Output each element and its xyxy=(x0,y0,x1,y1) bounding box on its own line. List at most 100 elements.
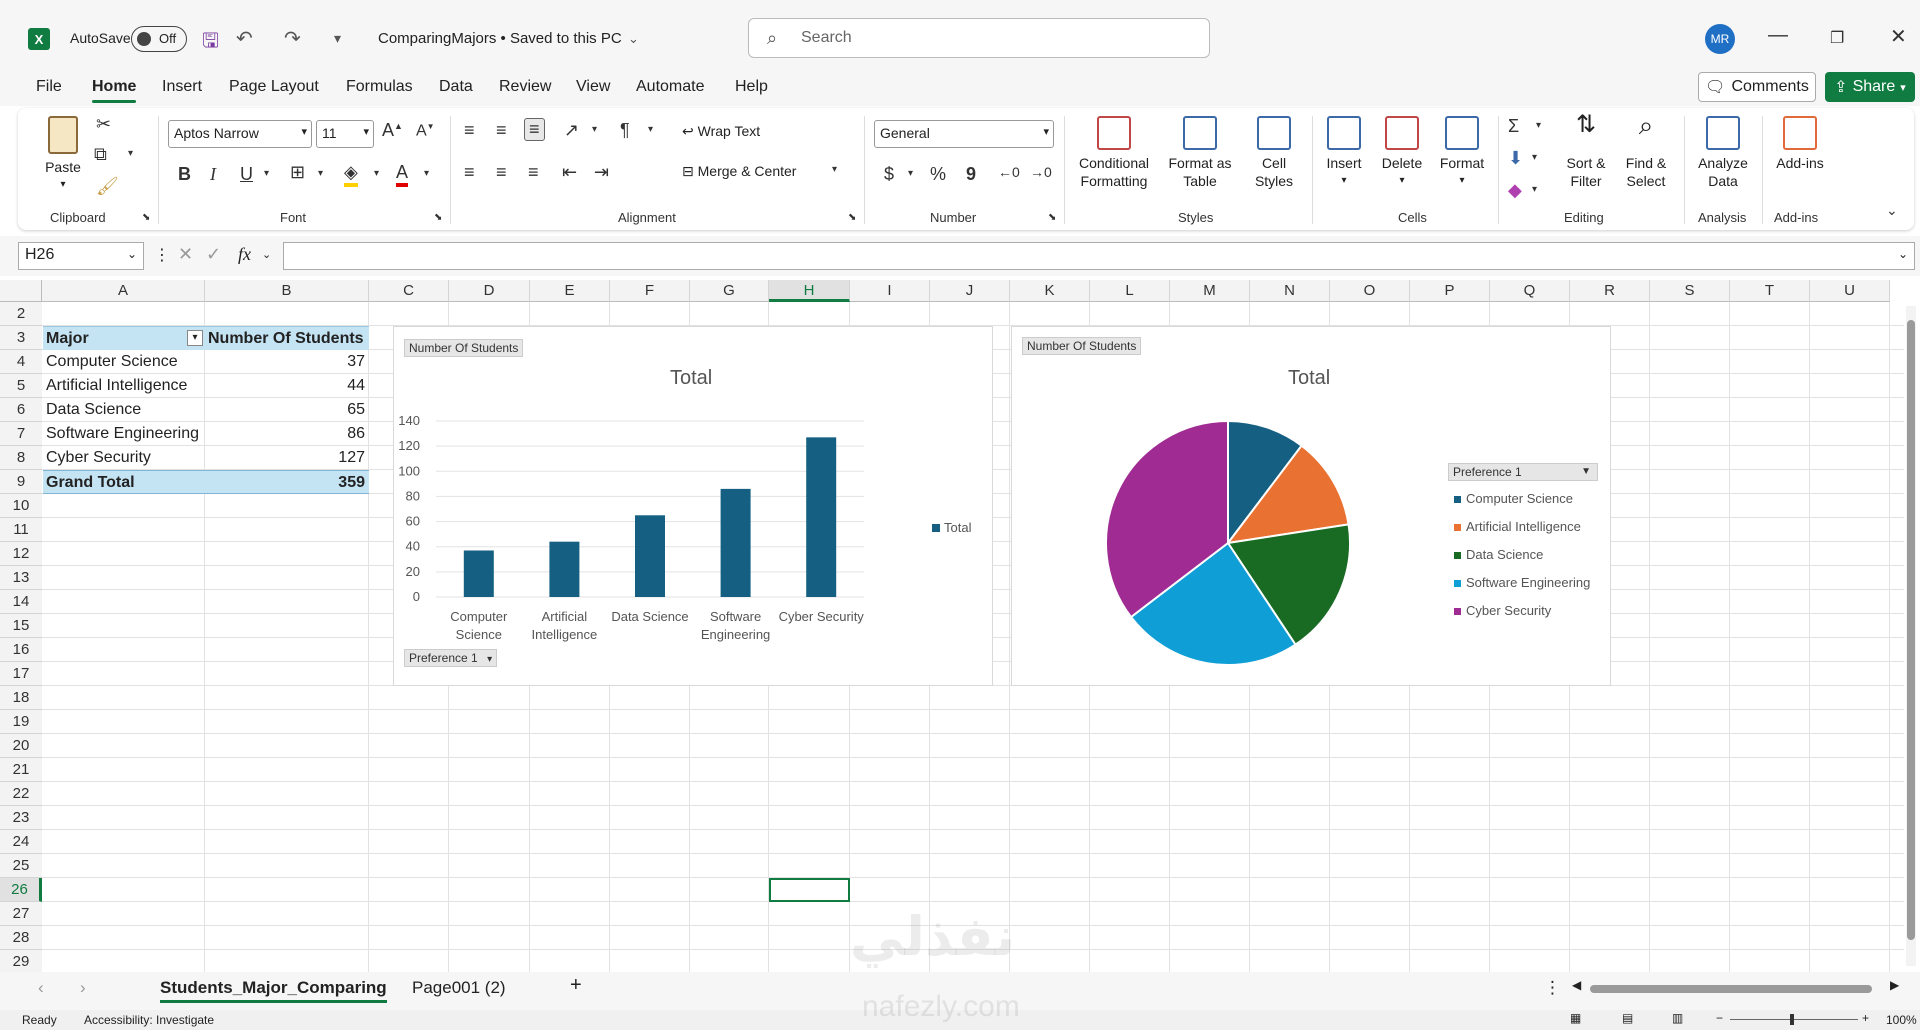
bar-chart[interactable]: Number Of Students Total 0 20 40 60 80 100 120… xyxy=(393,326,993,686)
chevron-down-icon[interactable]: ▾ xyxy=(264,168,269,179)
column-header-r[interactable]: R xyxy=(1570,280,1650,302)
align-right-icon[interactable]: ≡ xyxy=(528,162,539,183)
row-header-25[interactable]: 25 xyxy=(0,854,42,878)
row-header-14[interactable]: 14 xyxy=(0,590,42,614)
underline-button[interactable]: U xyxy=(240,164,253,185)
column-header-e[interactable]: E xyxy=(530,280,610,302)
align-bottom-icon[interactable]: ≡ xyxy=(524,118,545,141)
pivot-header-count[interactable]: Number Of Students xyxy=(205,326,369,350)
cut-icon[interactable]: ✂ xyxy=(96,114,111,135)
excel-logo-icon[interactable]: X xyxy=(28,28,50,50)
pie-legend-item[interactable]: Artificial Intelligence xyxy=(1454,519,1581,534)
row-header-11[interactable]: 11 xyxy=(0,518,42,542)
column-header-f[interactable]: F xyxy=(610,280,690,302)
tab-file[interactable]: File xyxy=(36,78,62,96)
font-color-icon[interactable]: A xyxy=(396,162,409,187)
tab-data[interactable]: Data xyxy=(439,78,473,96)
find-select-button[interactable]: ⌕ Find & Select xyxy=(1618,112,1674,190)
row-header-18[interactable]: 18 xyxy=(0,686,42,710)
row-header-23[interactable]: 23 xyxy=(0,806,42,830)
zoom-out-icon[interactable]: − xyxy=(1716,1011,1723,1025)
comma-button[interactable]: 9 xyxy=(966,164,976,185)
tab-help[interactable]: Help xyxy=(735,78,768,96)
filter-dropdown-icon[interactable]: ▾ xyxy=(187,330,203,346)
pivot-count-cell[interactable]: 86 xyxy=(205,422,369,446)
decrease-font-icon[interactable]: A▼ xyxy=(416,122,435,140)
tab-review[interactable]: Review xyxy=(499,78,551,96)
vertical-scroll-thumb[interactable] xyxy=(1907,320,1915,940)
comments-button[interactable]: 🗨 Comments xyxy=(1698,72,1816,102)
column-header-q[interactable]: Q xyxy=(1490,280,1570,302)
zoom-slider[interactable] xyxy=(1730,1014,1858,1025)
tab-insert[interactable]: Insert xyxy=(162,78,202,96)
row-header-12[interactable]: 12 xyxy=(0,542,42,566)
bar-2[interactable] xyxy=(635,515,665,597)
decrease-indent-icon[interactable]: ⇤ xyxy=(562,162,577,183)
font-size-combo[interactable]: 11 ▾ xyxy=(316,120,374,148)
currency-button[interactable]: $ xyxy=(884,164,894,185)
avatar[interactable]: MR xyxy=(1705,24,1735,54)
restore-icon[interactable]: ❐ xyxy=(1830,28,1844,48)
vertical-scrollbar[interactable] xyxy=(1906,306,1916,966)
pivot-total-value[interactable]: 359 xyxy=(205,470,369,494)
row-header-13[interactable]: 13 xyxy=(0,566,42,590)
row-header-15[interactable]: 15 xyxy=(0,614,42,638)
column-header-k[interactable]: K xyxy=(1010,280,1090,302)
chevron-down-icon[interactable]: ▾ xyxy=(908,168,913,179)
pivot-count-cell[interactable]: 37 xyxy=(205,350,369,374)
row-header-9[interactable]: 9 xyxy=(0,470,42,494)
fill-icon[interactable]: ⬇ xyxy=(1508,148,1523,169)
merge-center-button[interactable]: ⊟ Merge & Center xyxy=(682,162,796,180)
row-header-10[interactable]: 10 xyxy=(0,494,42,518)
row-header-20[interactable]: 20 xyxy=(0,734,42,758)
row-header-2[interactable]: 2 xyxy=(0,302,42,326)
pivot-count-cell[interactable]: 65 xyxy=(205,398,369,422)
sheet-tab-page001[interactable]: Page001 (2) xyxy=(412,978,506,998)
row-header-26[interactable]: 26 xyxy=(0,878,42,902)
align-top-icon[interactable]: ≡ xyxy=(464,120,475,141)
percent-button[interactable]: % xyxy=(930,164,946,185)
normal-view-icon[interactable]: ▦ xyxy=(1570,1011,1581,1025)
chevron-down-icon[interactable]: ▾ xyxy=(374,168,379,179)
pivot-major-cell[interactable]: Computer Science xyxy=(43,350,205,374)
align-center-icon[interactable]: ≡ xyxy=(496,162,507,183)
analyze-data-button[interactable]: Analyze Data xyxy=(1690,116,1756,190)
autosum-icon[interactable]: Σ xyxy=(1508,116,1519,137)
add-ins-button[interactable]: Add-ins xyxy=(1768,116,1832,172)
column-header-a[interactable]: A xyxy=(42,280,205,302)
column-header-b[interactable]: B xyxy=(205,280,369,302)
chart-axis-field-button[interactable]: Preference 1 ▾ xyxy=(404,649,498,667)
column-header-m[interactable]: M xyxy=(1170,280,1250,302)
column-header-s[interactable]: S xyxy=(1650,280,1730,302)
dialog-launcher-icon[interactable]: ⬊ xyxy=(434,212,442,223)
zoom-level[interactable]: 100% xyxy=(1886,1013,1917,1027)
name-box[interactable]: H26 ⌄ xyxy=(18,242,144,270)
row-header-27[interactable]: 27 xyxy=(0,902,42,926)
align-left-icon[interactable]: ≡ xyxy=(464,162,475,183)
next-sheet-icon[interactable]: › xyxy=(80,978,86,998)
pie-legend-item[interactable]: Computer Science xyxy=(1454,491,1573,506)
chevron-down-icon[interactable]: ▾ xyxy=(832,164,837,175)
selected-cell[interactable] xyxy=(769,878,850,902)
dialog-launcher-icon[interactable]: ⬊ xyxy=(848,212,856,223)
search-box[interactable]: ⌕ Search xyxy=(748,18,1210,58)
autosave-toggle[interactable]: Off xyxy=(131,26,187,52)
tab-page-layout[interactable]: Page Layout xyxy=(229,78,319,96)
save-icon[interactable]: 🖫 xyxy=(202,26,219,60)
row-header-8[interactable]: 8 xyxy=(0,446,42,470)
column-header-t[interactable]: T xyxy=(1730,280,1810,302)
bar-chart-plot[interactable]: 0 20 40 60 80 100 120 140 Computer Science Artific… xyxy=(394,327,994,687)
tab-home[interactable]: Home xyxy=(92,78,137,103)
column-header-h[interactable]: H xyxy=(769,280,850,302)
bar-4[interactable] xyxy=(806,437,837,597)
select-all-corner[interactable] xyxy=(0,280,42,302)
align-middle-icon[interactable]: ≡ xyxy=(496,120,507,141)
number-format-combo[interactable]: General ▾ xyxy=(874,120,1054,148)
row-header-4[interactable]: 4 xyxy=(0,350,42,374)
tab-automate[interactable]: Automate xyxy=(636,78,704,96)
increase-indent-icon[interactable]: ⇥ xyxy=(594,162,609,183)
row-header-3[interactable]: 3 xyxy=(0,326,42,350)
sort-filter-button[interactable]: ⇅ Sort & Filter xyxy=(1558,113,1614,190)
fill-color-icon[interactable]: ◈ xyxy=(344,162,358,187)
horizontal-scrollbar[interactable]: ◀ ▶ xyxy=(1572,978,1902,996)
